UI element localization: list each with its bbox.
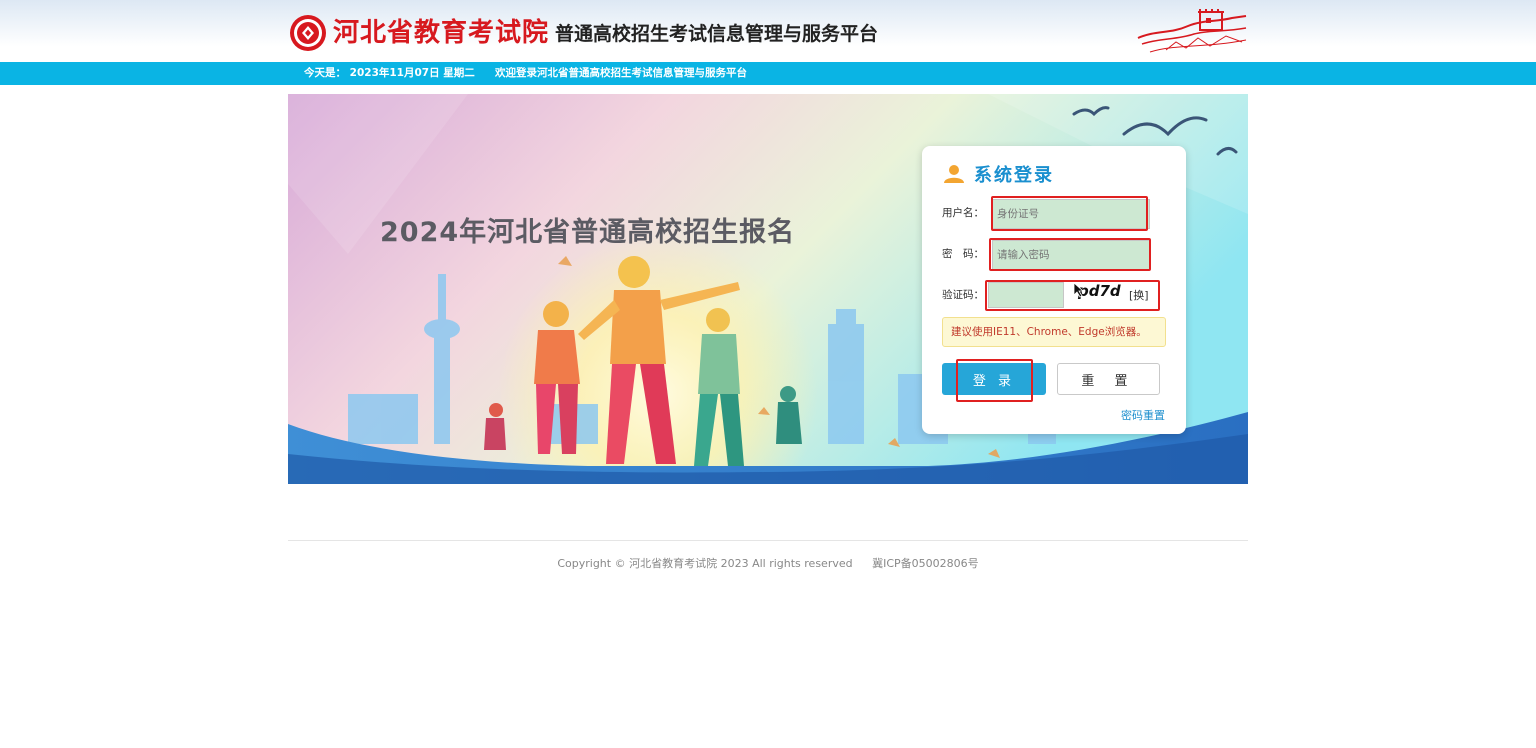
password-reset-link[interactable]: 密码重置: [1121, 407, 1165, 423]
info-strip: 今天是： 2023年11月07日 星期二 欢迎登录河北省普通高校招生考试信息管理…: [0, 62, 1536, 85]
footer-divider: [288, 540, 1248, 541]
banner-title: 2024年河北省普通高校招生报名: [380, 217, 796, 248]
platform-title: 普通高校招生考试信息管理与服务平台: [555, 23, 879, 45]
captcha-input[interactable]: [988, 282, 1064, 308]
captcha-label: 验证码：: [942, 289, 984, 301]
login-button[interactable]: 登 录: [942, 363, 1046, 395]
login-header: 系统登录: [944, 162, 1054, 186]
copyright-text: Copyright © 河北省教育考试院 2023 All rights res…: [557, 557, 853, 570]
browser-tip: 建议使用IE11、Chrome、Edge浏览器。: [942, 317, 1166, 347]
reset-button[interactable]: 重 置: [1057, 363, 1160, 395]
username-input[interactable]: [992, 199, 1150, 229]
page-footer: Copyright © 河北省教育考试院 2023 All rights res…: [0, 555, 1536, 571]
login-title: 系统登录: [974, 165, 1054, 186]
org-name: 河北省教育考试院: [333, 18, 550, 48]
login-panel: 系统登录 用户名： 密 码： 验证码： pd7d [换] 建议使用IE11、Ch…: [922, 146, 1186, 434]
captcha-refresh-link[interactable]: [换]: [1129, 287, 1149, 303]
mouse-cursor-icon: [1073, 282, 1085, 298]
user-icon: [944, 165, 964, 183]
current-date: 今天是： 2023年11月07日 星期二: [304, 67, 475, 79]
icp-link[interactable]: 冀ICP备05002806号: [872, 557, 979, 570]
page-header: 河北省教育考试院 普通高校招生考试信息管理与服务平台: [0, 0, 1536, 62]
welcome-message: 欢迎登录河北省普通高校招生考试信息管理与服务平台: [495, 67, 747, 79]
great-wall-icon: [1137, 9, 1247, 53]
password-label: 密 码：: [942, 248, 984, 260]
password-input[interactable]: [992, 240, 1150, 270]
exam-institute-emblem-icon: [290, 15, 326, 51]
username-label: 用户名：: [942, 207, 984, 219]
